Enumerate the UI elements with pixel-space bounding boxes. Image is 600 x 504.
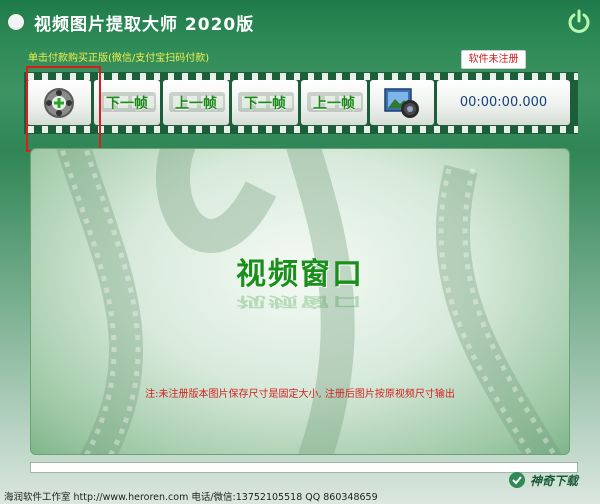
add-film-reel-icon <box>44 87 74 118</box>
power-icon <box>568 9 590 33</box>
video-window[interactable]: 视频窗口 视频窗口 注:未注册版本图片保存尺寸是固定大小, 注册后图片按原视频尺… <box>30 148 570 455</box>
window-title: 视频图片提取大师 2020版 <box>34 15 255 35</box>
open-video-button[interactable] <box>27 80 91 125</box>
status-text: 海润软件工作室 http://www.heroren.com 电话/微信:137… <box>4 492 378 503</box>
timecode-display: 00:00:00.000 <box>437 80 570 125</box>
prev-frame-label: 上一帧 <box>175 95 217 112</box>
purchase-link[interactable]: 单击付款购买正版(微信/支付宝扫码付款) <box>28 49 209 64</box>
unregistered-badge[interactable]: 软件未注册 <box>461 50 526 69</box>
timecode-text: 00:00:00.000 <box>459 95 548 110</box>
video-progress-bar[interactable] <box>30 462 578 473</box>
next-frame-button[interactable]: 下一帧 <box>94 80 160 125</box>
snapshot-button[interactable] <box>370 80 434 125</box>
next-frame-label: 下一帧 <box>106 95 148 112</box>
film-sprocket-strip <box>24 73 578 80</box>
power-close-button[interactable] <box>565 8 593 36</box>
title-bar: 视频图片提取大师 2020版 <box>0 0 600 48</box>
unregistered-note: 注:未注册版本图片保存尺寸是固定大小, 注册后图片按原视频尺寸输出 <box>145 389 455 400</box>
toolbar: 下一帧 上一帧 下一帧 上一帧 00:00:00.000 <box>24 72 578 134</box>
status-bar: 海润软件工作室 http://www.heroren.com 电话/微信:137… <box>0 486 600 504</box>
prev-frame-button[interactable]: 上一帧 <box>301 80 367 125</box>
video-placeholder-reflection: 视频窗口 <box>236 293 364 310</box>
app-window: 视频图片提取大师 2020版 单击付款购买正版(微信/支付宝扫码付款) 软件未注… <box>0 0 600 504</box>
film-sprocket-strip <box>24 126 578 133</box>
video-placeholder-title: 视频窗口 <box>236 257 364 292</box>
next-frame-button[interactable]: 下一帧 <box>232 80 298 125</box>
next-frame-label: 下一帧 <box>244 95 286 112</box>
app-icon <box>8 14 24 30</box>
prev-frame-button[interactable]: 上一帧 <box>163 80 229 125</box>
prev-frame-label: 上一帧 <box>313 95 355 112</box>
camera-photo-icon <box>384 87 419 118</box>
